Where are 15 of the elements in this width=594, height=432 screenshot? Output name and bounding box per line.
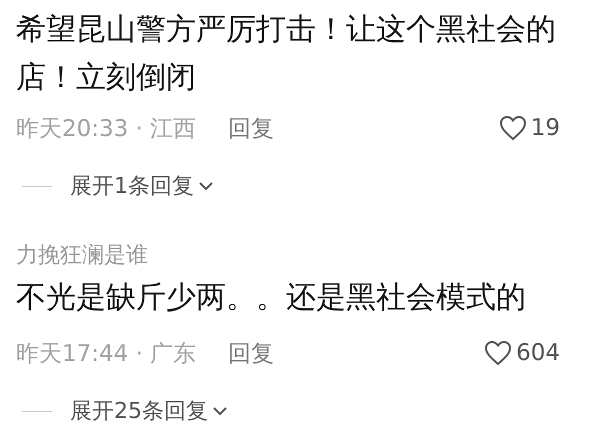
reply-link[interactable]: 回复	[228, 112, 274, 144]
comment-text: 希望昆山警方严厉打击！让这个黑社会的店！立刻倒闭	[16, 11, 557, 97]
heart-icon[interactable]	[484, 340, 512, 366]
expand-replies-button[interactable]: 展开1条回复	[70, 171, 214, 201]
reply-link[interactable]: 回复	[228, 338, 274, 368]
like-count: 19	[530, 115, 560, 141]
comment-text: 不光是缺斤少两。。还是黑社会模式的	[16, 279, 527, 317]
heart-icon[interactable]	[498, 115, 527, 141]
username[interactable]: 力挽狂澜是谁	[16, 238, 560, 274]
comment-time-location: 昨天20:33 · 江西	[16, 114, 196, 144]
like-count: 604	[516, 340, 560, 366]
chevron-down-icon	[212, 406, 228, 416]
chevron-down-icon	[198, 181, 214, 191]
expand-replies-button[interactable]: 展开25条回复	[70, 396, 228, 426]
comment-time-location: 昨天17:44 · 广东	[16, 340, 196, 368]
